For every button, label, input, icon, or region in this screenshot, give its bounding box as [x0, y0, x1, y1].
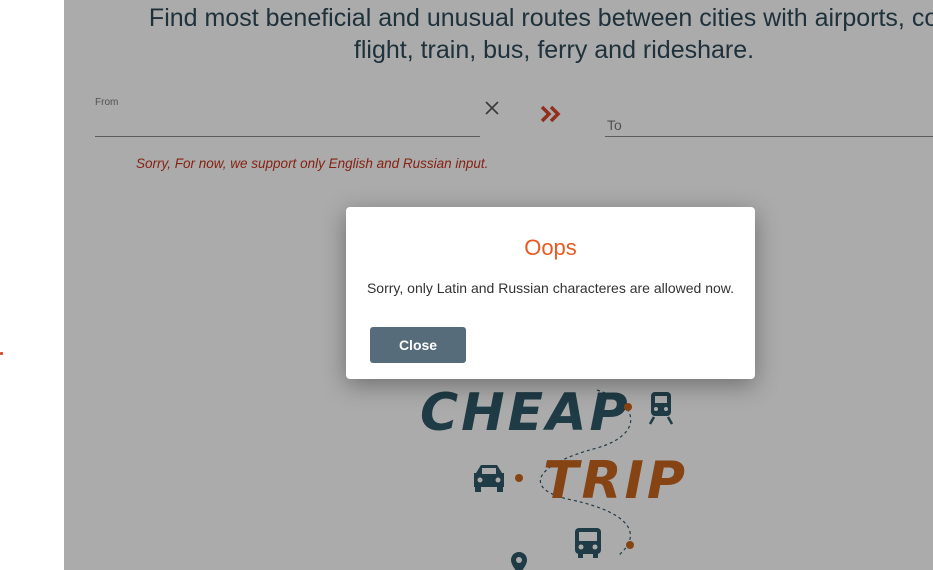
close-button[interactable]: Close	[370, 327, 466, 363]
left-margin	[0, 0, 64, 570]
dialog-title: Oops	[524, 235, 577, 260]
stray-dot	[0, 352, 3, 355]
dialog-message: Sorry, only Latin and Russian charactere…	[366, 280, 735, 296]
error-dialog: Oops Sorry, only Latin and Russian chara…	[346, 207, 755, 379]
